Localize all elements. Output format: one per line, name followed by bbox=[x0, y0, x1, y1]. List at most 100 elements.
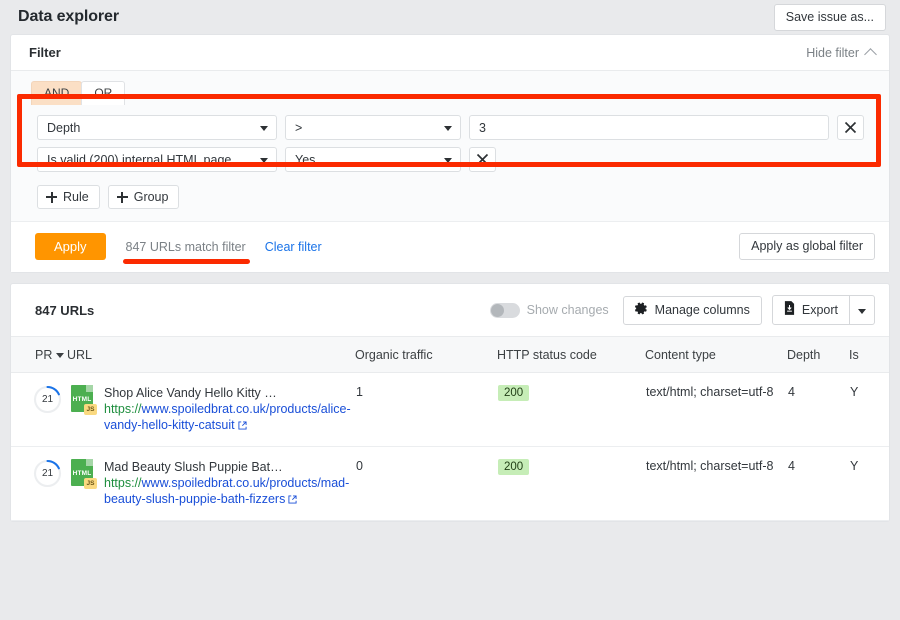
add-controls: Rule Group bbox=[25, 183, 875, 211]
page-title: Data explorer bbox=[18, 8, 119, 26]
cell-url: 21 HTML JS Mad Beauty Slush Puppie Bat… … bbox=[11, 447, 355, 521]
export-label: Export bbox=[802, 303, 838, 318]
show-changes-toggle[interactable] bbox=[490, 303, 520, 318]
cell-http-status-code: 200 bbox=[497, 447, 645, 521]
filter-title: Filter bbox=[29, 45, 61, 60]
table-header-row: PR URL Organic traffic HTTP status code … bbox=[11, 337, 889, 373]
cell-is-truncated: Y bbox=[849, 373, 889, 447]
column-header-is-truncated[interactable]: Is bbox=[849, 337, 889, 373]
html-file-icon: HTML JS bbox=[71, 385, 95, 414]
page-url-link[interactable]: https://www.spoiledbrat.co.uk/products/a… bbox=[104, 401, 354, 434]
url-scheme: https:// bbox=[104, 476, 142, 490]
status-badge: 200 bbox=[498, 459, 529, 475]
table-body: 21 HTML JS Shop Alice Vandy Hello Kitty … bbox=[11, 373, 889, 521]
gear-icon bbox=[635, 302, 648, 319]
filter-header: Filter Hide filter bbox=[11, 35, 889, 71]
column-header-organic-traffic[interactable]: Organic traffic bbox=[355, 337, 497, 373]
logic-tab-and[interactable]: AND bbox=[31, 81, 82, 105]
export-split-button: Export bbox=[772, 295, 875, 325]
url-scheme: https:// bbox=[104, 402, 142, 416]
apply-as-global-filter-button[interactable]: Apply as global filter bbox=[739, 233, 875, 260]
hide-filter-toggle[interactable]: Hide filter bbox=[806, 46, 875, 60]
page-title-text: Mad Beauty Slush Puppie Bat… bbox=[104, 459, 354, 475]
column-header-depth[interactable]: Depth bbox=[787, 337, 849, 373]
cell-url: 21 HTML JS Shop Alice Vandy Hello Kitty … bbox=[11, 373, 355, 447]
toggle-knob bbox=[491, 304, 504, 317]
column-header-http-status-code[interactable]: HTTP status code bbox=[497, 337, 645, 373]
results-card: 847 URLs Show changes Manage columns bbox=[10, 283, 890, 522]
clear-filter-link[interactable]: Clear filter bbox=[265, 240, 322, 254]
js-badge: JS bbox=[84, 404, 97, 415]
manage-columns-label: Manage columns bbox=[655, 303, 750, 318]
page-title-text: Shop Alice Vandy Hello Kitty … bbox=[104, 385, 354, 401]
column-header-url[interactable]: URL bbox=[67, 337, 355, 373]
results-table: PR URL Organic traffic HTTP status code … bbox=[11, 336, 889, 521]
apply-button[interactable]: Apply bbox=[35, 233, 106, 260]
add-rule-button[interactable]: Rule bbox=[37, 185, 100, 209]
rule-field-select-2[interactable]: Is valid (200) internal HTML page bbox=[37, 147, 277, 172]
plus-icon bbox=[117, 192, 128, 203]
results-count-label: 847 URLs bbox=[35, 303, 94, 318]
chevron-down-icon bbox=[858, 309, 866, 314]
logic-operator-tabs: AND OR bbox=[31, 81, 875, 105]
cell-depth: 4 bbox=[787, 447, 849, 521]
rule-operator-select-1[interactable]: > bbox=[285, 115, 461, 140]
cell-is-truncated: Y bbox=[849, 447, 889, 521]
external-link-icon bbox=[238, 418, 247, 434]
match-count-text: 847 URLs match filter bbox=[126, 240, 246, 254]
match-count-wrap: 847 URLs match filter bbox=[126, 238, 246, 256]
page-rating-value: 21 bbox=[33, 459, 62, 488]
page-rating-donut: 21 bbox=[33, 459, 62, 488]
remove-rule-button-1[interactable] bbox=[837, 115, 864, 140]
cell-http-status-code: 200 bbox=[497, 373, 645, 447]
url-rest: www.spoiledbrat.co.uk/products/mad-beaut… bbox=[104, 476, 349, 506]
cell-content-type: text/html; charset=utf-8 bbox=[645, 447, 787, 521]
cell-content-type: text/html; charset=utf-8 bbox=[645, 373, 787, 447]
manage-columns-button[interactable]: Manage columns bbox=[623, 296, 762, 325]
export-dropdown-button[interactable] bbox=[850, 295, 875, 325]
filter-body: AND OR Depth > Is valid (200) internal H… bbox=[11, 71, 889, 221]
page-rating-donut: 21 bbox=[33, 385, 62, 414]
save-issue-as-button[interactable]: Save issue as... bbox=[774, 4, 886, 31]
table-row[interactable]: 21 HTML JS Mad Beauty Slush Puppie Bat… … bbox=[11, 447, 889, 521]
page-rating-value: 21 bbox=[33, 385, 62, 414]
remove-rule-button-2[interactable] bbox=[469, 147, 496, 172]
apply-bar: Apply 847 URLs match filter Clear filter… bbox=[11, 221, 889, 272]
cell-depth: 4 bbox=[787, 373, 849, 447]
add-group-label: Group bbox=[134, 190, 169, 204]
show-changes-label: Show changes bbox=[527, 303, 609, 317]
results-header: 847 URLs Show changes Manage columns bbox=[11, 284, 889, 336]
page-header: Data explorer Save issue as... bbox=[0, 0, 900, 34]
status-badge: 200 bbox=[498, 385, 529, 401]
column-header-pr[interactable]: PR bbox=[11, 337, 67, 373]
file-type-label: HTML bbox=[71, 396, 93, 403]
add-group-button[interactable]: Group bbox=[108, 185, 180, 209]
export-button[interactable]: Export bbox=[772, 295, 850, 325]
column-header-content-type[interactable]: Content type bbox=[645, 337, 787, 373]
annotation-underline-match-count bbox=[123, 259, 250, 264]
table-row[interactable]: 21 HTML JS Shop Alice Vandy Hello Kitty … bbox=[11, 373, 889, 447]
hide-filter-label: Hide filter bbox=[806, 46, 859, 60]
rule-row: Depth > bbox=[37, 115, 865, 140]
filter-card: Filter Hide filter AND OR Depth > bbox=[10, 34, 890, 273]
results-actions: Show changes Manage columns bbox=[490, 295, 875, 325]
logic-tab-or[interactable]: OR bbox=[81, 81, 125, 105]
chevron-up-icon bbox=[864, 48, 877, 61]
download-icon bbox=[784, 301, 795, 319]
rule-operator-select-2[interactable]: Yes bbox=[285, 147, 461, 172]
page-url-link[interactable]: https://www.spoiledbrat.co.uk/products/m… bbox=[104, 475, 354, 508]
plus-icon bbox=[46, 192, 57, 203]
column-header-pr-label: PR bbox=[35, 348, 52, 362]
rule-value-input-1[interactable] bbox=[469, 115, 829, 140]
cell-organic-traffic: 1 bbox=[355, 373, 497, 447]
url-rest: www.spoiledbrat.co.uk/products/alice-van… bbox=[104, 402, 351, 432]
external-link-icon bbox=[288, 492, 297, 508]
add-rule-label: Rule bbox=[63, 190, 89, 204]
rule-field-select-1[interactable]: Depth bbox=[37, 115, 277, 140]
sort-descending-icon bbox=[56, 353, 64, 358]
rule-row: Is valid (200) internal HTML page Yes bbox=[37, 147, 865, 172]
js-badge: JS bbox=[84, 478, 97, 489]
cell-organic-traffic: 0 bbox=[355, 447, 497, 521]
rule-list: Depth > Is valid (200) internal HTML pag… bbox=[25, 105, 875, 183]
html-file-icon: HTML JS bbox=[71, 459, 95, 488]
